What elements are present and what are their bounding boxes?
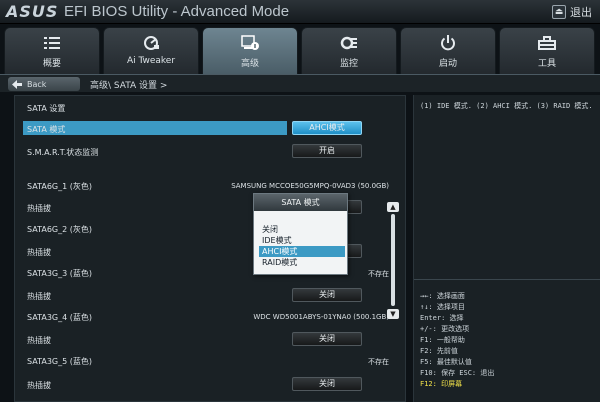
- sata-port-device: SAMSUNG MCCOE50G5MPQ-0VAD3 (50.0GB): [231, 182, 389, 190]
- sata-port-label: SATA3G_3 (蓝色): [27, 269, 92, 278]
- help-description: (1) IDE 模式. (2) AHCI 模式. (3) RAID 模式.: [420, 102, 593, 110]
- exit-label: 退出: [570, 6, 592, 19]
- hotkey-hint: →←: 选择画面: [420, 292, 465, 300]
- tab-label: 监控: [339, 59, 358, 69]
- tab-label: 高级: [240, 59, 259, 69]
- tab-label: 概要: [42, 59, 61, 69]
- smart-select[interactable]: 开启: [292, 144, 362, 158]
- hotkey-hint: ↑↓: 选择项目: [420, 303, 465, 311]
- sata-port-device: WDC WD5001ABYS-01YNA0 (500.1GB): [253, 313, 389, 321]
- back-label: Back: [27, 79, 47, 89]
- breadcrumb: 高级\ SATA 设置 >: [90, 81, 168, 91]
- hotplug-select[interactable]: 关闭: [292, 288, 362, 302]
- dropdown-option[interactable]: IDE模式: [262, 235, 292, 246]
- hotkey-hint: F5: 最佳默认值: [420, 358, 472, 366]
- hotplug-select[interactable]: 关闭: [292, 332, 362, 346]
- exit-icon: ⏏: [552, 5, 566, 19]
- scroll-up-button[interactable]: ▲: [387, 202, 399, 212]
- scrollbar-thumb[interactable]: [391, 214, 395, 306]
- sata-port-label: SATA6G_2 (灰色): [27, 225, 92, 234]
- sata-port-device: 不存在: [368, 358, 389, 366]
- help-divider: [414, 279, 600, 280]
- hotkey-hint: F10: 保存 ESC: 退出: [420, 369, 495, 377]
- back-arrow-icon: [12, 79, 22, 89]
- sata-mode-dropdown: SATA 模式 关闭 IDE模式 AHCI模式 RAID模式: [253, 193, 348, 275]
- hotplug-label: 热插拔: [27, 381, 51, 390]
- tab-overview[interactable]: 概要: [4, 27, 100, 74]
- tab-tool[interactable]: 工具: [499, 27, 595, 74]
- hotkey-hint: Enter: 选择: [420, 314, 464, 322]
- sata-port-label: SATA6G_1 (灰色): [27, 182, 92, 191]
- list-icon: [43, 34, 61, 52]
- sata-port-label: SATA3G_4 (蓝色): [27, 313, 92, 322]
- back-button[interactable]: Back: [8, 77, 80, 91]
- tab-boot[interactable]: 启动: [400, 27, 496, 74]
- help-panel: (1) IDE 模式. (2) AHCI 模式. (3) RAID 模式. →←…: [413, 95, 600, 402]
- dropdown-title: SATA 模式: [254, 194, 347, 211]
- advanced-icon: [241, 34, 259, 52]
- dropdown-option-selected[interactable]: AHCI模式: [259, 246, 345, 257]
- tab-ai-tweaker[interactable]: Ai Tweaker: [103, 27, 199, 74]
- hotkey-hint: F2: 先前值: [420, 347, 458, 355]
- hotplug-select[interactable]: 关闭: [292, 377, 362, 391]
- tab-label: 启动: [438, 59, 457, 69]
- navigation-bar: Back 高级\ SATA 设置 >: [0, 74, 600, 92]
- title-bar: ASUS EFI BIOS Utility - Advanced Mode ⏏ …: [0, 0, 600, 24]
- section-title: SATA 设置: [27, 104, 66, 113]
- smart-label: S.M.A.R.T.状态监测: [27, 148, 99, 157]
- hotkey-hint-printscreen: F12: 印屏幕: [420, 380, 463, 388]
- power-icon: [439, 34, 457, 52]
- hotplug-label: 热插拔: [27, 292, 51, 301]
- app-title: EFI BIOS Utility - Advanced Mode: [64, 3, 290, 20]
- dropdown-option[interactable]: 关闭: [262, 224, 278, 235]
- hotplug-label: 热插拔: [27, 204, 51, 213]
- tab-label: 工具: [537, 59, 556, 69]
- scroll-down-button[interactable]: ▼: [387, 309, 399, 319]
- sata-port-label: SATA3G_5 (蓝色): [27, 357, 92, 366]
- hotkey-hint: F1: 一般帮助: [420, 336, 465, 344]
- dropdown-option[interactable]: RAID模式: [262, 257, 297, 268]
- exit-button[interactable]: ⏏ 退出: [552, 3, 592, 21]
- tab-monitor[interactable]: 监控: [301, 27, 397, 74]
- main-tabs: 概要 Ai Tweaker 高级 监控 启动 工具: [0, 27, 600, 74]
- asus-logo: ASUS: [6, 2, 59, 21]
- sata-port-device: 不存在: [368, 270, 389, 278]
- tool-icon: [538, 34, 556, 52]
- hotplug-label: 热插拔: [27, 336, 51, 345]
- hotkey-hint: +/-: 更改选项: [420, 325, 470, 333]
- sata-mode-select[interactable]: AHCI模式: [292, 121, 362, 135]
- hotplug-label: 热插拔: [27, 248, 51, 257]
- monitor-icon: [340, 34, 358, 52]
- tab-advanced[interactable]: 高级: [202, 27, 298, 74]
- sata-mode-label: SATA 模式: [27, 125, 66, 134]
- tab-label: Ai Tweaker: [126, 56, 176, 66]
- tweaker-icon: [142, 34, 160, 52]
